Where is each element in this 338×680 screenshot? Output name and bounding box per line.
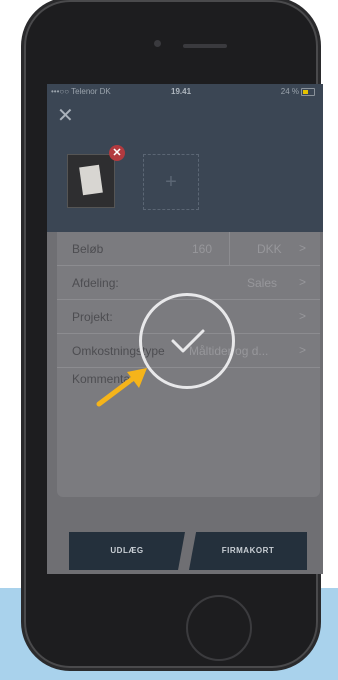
battery-icon xyxy=(301,88,315,96)
project-label: Projekt: xyxy=(72,310,113,324)
success-check-overlay xyxy=(139,293,235,389)
receipt-header: ✕ ✕ + xyxy=(47,98,323,232)
close-icon[interactable]: ✕ xyxy=(57,106,74,126)
home-button[interactable] xyxy=(186,595,252,661)
receipt-thumbnail[interactable] xyxy=(67,154,115,208)
currency-value[interactable]: DKK xyxy=(257,242,282,256)
amount-row[interactable]: Beløb 160 DKK > xyxy=(57,232,320,266)
earpiece-speaker xyxy=(183,44,227,48)
front-camera xyxy=(154,40,161,47)
battery-percent: 24 % xyxy=(280,87,299,96)
pointer-arrow-icon xyxy=(96,368,147,407)
chevron-right-icon: > xyxy=(298,309,306,323)
chevron-right-icon: > xyxy=(298,343,306,357)
carrier-label: •••○○ Telenor DK xyxy=(51,87,111,96)
remove-photo-icon[interactable]: ✕ xyxy=(109,145,125,161)
payment-buttons: UDLÆG FIRMAKORT xyxy=(57,532,307,570)
chevron-right-icon: > xyxy=(298,241,306,255)
receipt-paper xyxy=(79,164,103,196)
amount-label: Beløb xyxy=(72,242,104,256)
currency-divider xyxy=(229,232,230,266)
checkmark-icon xyxy=(171,329,205,353)
app-screen: •••○○ Telenor DK 19.41 24 % ✕ ✕ + Beløb … xyxy=(47,84,323,574)
department-label: Afdeling: xyxy=(72,276,119,290)
clock: 19.41 xyxy=(171,87,192,96)
status-bar: •••○○ Telenor DK 19.41 24 % xyxy=(47,84,323,98)
chevron-right-icon: > xyxy=(298,275,306,289)
firmakort-button[interactable]: FIRMAKORT xyxy=(189,532,307,570)
department-value: Sales xyxy=(247,276,278,290)
add-photo-button[interactable]: + xyxy=(143,154,199,210)
amount-value[interactable]: 160 xyxy=(192,242,212,256)
udlaeg-button[interactable]: UDLÆG xyxy=(69,532,185,570)
